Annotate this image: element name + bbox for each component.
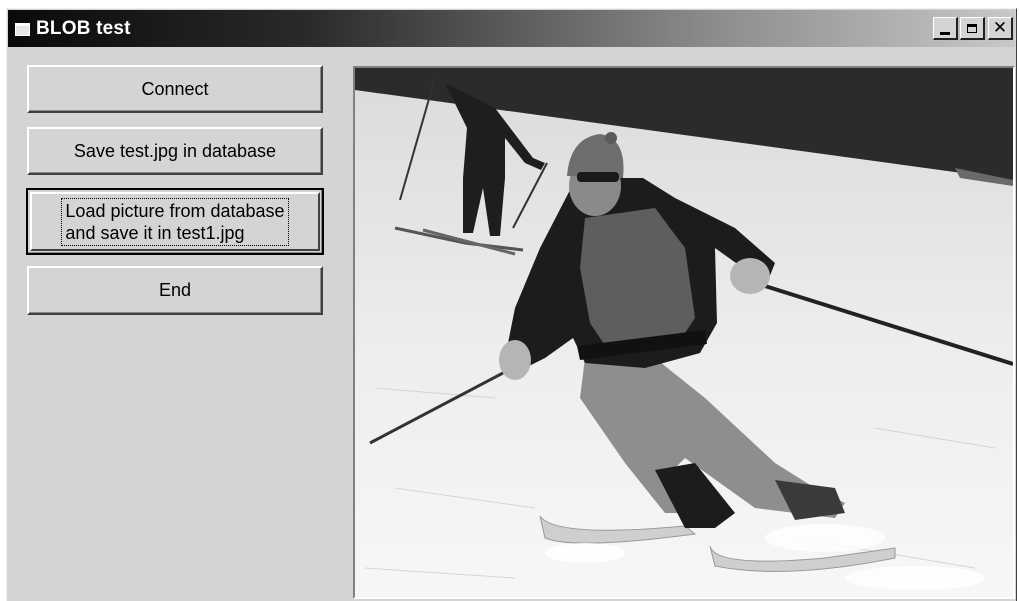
- load-picture-button[interactable]: Load picture from database and save it i…: [26, 188, 324, 255]
- maximize-icon: [967, 23, 977, 33]
- title-bar[interactable]: BLOB test ✕: [8, 10, 1015, 47]
- load-button-label: Load picture from database and save it i…: [61, 197, 289, 246]
- skier-photo: [355, 68, 1013, 597]
- save-to-database-button[interactable]: Save test.jpg in database: [27, 127, 323, 175]
- close-icon: ✕: [992, 17, 1008, 38]
- maximize-button[interactable]: [960, 17, 985, 40]
- close-button[interactable]: ✕: [988, 17, 1013, 40]
- end-button[interactable]: End: [27, 266, 323, 315]
- main-window: BLOB test ✕ Connect Save test.jpg in dat…: [6, 8, 1017, 601]
- save-button-label: Save test.jpg in database: [73, 140, 277, 161]
- connect-button-label: Connect: [141, 78, 209, 99]
- window-title: BLOB test: [36, 17, 131, 39]
- load-button-face: Load picture from database and save it i…: [30, 192, 320, 251]
- minimize-button[interactable]: [933, 17, 958, 40]
- window-controls: ✕: [931, 17, 1013, 40]
- minimize-icon: [940, 31, 950, 35]
- app-window-icon[interactable]: [14, 21, 32, 37]
- connect-button[interactable]: Connect: [27, 65, 323, 113]
- end-button-label: End: [158, 280, 192, 300]
- picture-box: [353, 66, 1015, 599]
